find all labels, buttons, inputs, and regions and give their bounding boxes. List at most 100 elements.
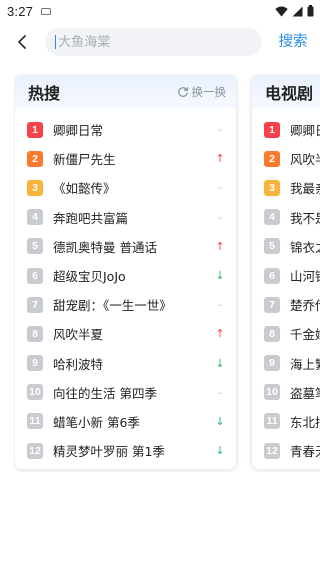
status-icons xyxy=(275,5,314,17)
rank-badge: 12 xyxy=(27,442,43,459)
notification-icon xyxy=(41,7,52,15)
item-title: 德凯奥特曼 普通话 xyxy=(53,239,157,255)
list-item[interactable]: 6 山河锦 xyxy=(252,261,320,290)
list-item[interactable]: 7 甜宠剧：《一生一世》 – xyxy=(15,290,236,319)
trend-down-icon: ↓ xyxy=(215,444,225,458)
item-title: 楚乔传 xyxy=(290,298,320,314)
item-title: 精灵梦叶罗丽 第1季 xyxy=(53,444,165,460)
trend-flat-icon: – xyxy=(217,123,223,137)
rank-badge: 8 xyxy=(27,325,43,342)
rank-badge: 6 xyxy=(264,267,280,284)
text-cursor xyxy=(55,35,57,49)
list-item[interactable]: 5 锦衣之 xyxy=(252,232,320,261)
trend-up-icon: ↑ xyxy=(215,152,225,166)
item-title: 甜宠剧：《一生一世》 xyxy=(53,298,172,314)
item-title: 哈利波特 xyxy=(53,356,104,372)
list-item[interactable]: 4 我不是 xyxy=(252,203,320,232)
list-item[interactable]: 5 德凯奥特曼 普通话 ↑ xyxy=(15,232,236,261)
list-item[interactable]: 12 精灵梦叶罗丽 第1季 ↓ xyxy=(15,436,236,465)
trend-down-icon: ↓ xyxy=(215,269,225,283)
back-button[interactable] xyxy=(10,30,34,54)
card-title: 电视剧 xyxy=(265,84,314,103)
item-title: 风吹半夏 xyxy=(53,327,104,343)
status-time: 3:27 xyxy=(7,3,34,19)
rank-badge: 9 xyxy=(27,355,43,372)
rank-badge: 9 xyxy=(264,355,280,372)
tv-series-card: 电视剧 1 卿卿日 2 风吹半 3 我最亲 4 我不是 5 锦衣之 6 山河锦 7 楚乔传 8 千金嫁 9 海上繁… xyxy=(251,74,320,470)
rank-badge: 11 xyxy=(27,413,43,430)
ranking-cards[interactable]: 热搜 换一换 1 卿卿日常 – 2 新僵尸先生 ↑ 3 《如懿传》 – 4 奔跑吧共富篇 – 5 德凯奥特… xyxy=(14,74,320,472)
item-title: 风吹半 xyxy=(290,152,320,168)
search-field[interactable] xyxy=(45,28,262,56)
rank-badge: 11 xyxy=(264,413,280,430)
list-item[interactable]: 2 新僵尸先生 ↑ xyxy=(15,144,236,173)
wifi-icon xyxy=(275,6,288,16)
item-title: 我最亲 xyxy=(290,181,320,197)
rank-badge: 7 xyxy=(264,296,280,313)
search-input[interactable] xyxy=(58,34,239,50)
list-item[interactable]: 7 楚乔传 xyxy=(252,290,320,319)
status-bar: 3:27 xyxy=(0,0,320,22)
list-item[interactable]: 9 海上繁 xyxy=(252,349,320,378)
search-header: 搜索 xyxy=(0,24,320,60)
rank-badge: 3 xyxy=(264,179,280,196)
rank-badge: 10 xyxy=(27,384,43,401)
rank-badge: 5 xyxy=(27,238,43,255)
chevron-left-icon xyxy=(18,35,26,49)
rank-badge: 2 xyxy=(264,150,280,167)
item-title: 千金嫁 xyxy=(290,327,320,343)
rank-badge: 12 xyxy=(264,442,280,459)
list-item[interactable]: 6 超级宝贝JoJo ↓ xyxy=(15,261,236,290)
list-item[interactable]: 9 哈利波特 ↓ xyxy=(15,349,236,378)
list-item[interactable]: 1 卿卿日 xyxy=(252,115,320,144)
item-title: 锦衣之 xyxy=(290,239,320,255)
item-title: 山河锦 xyxy=(290,269,320,285)
signal-icon xyxy=(292,6,303,16)
card-title: 热搜 xyxy=(28,84,61,103)
rank-badge: 4 xyxy=(27,209,43,226)
item-title: 我不是 xyxy=(290,210,320,226)
item-title: 超级宝贝JoJo xyxy=(53,269,126,285)
hot-search-list: 1 卿卿日常 – 2 新僵尸先生 ↑ 3 《如懿传》 – 4 奔跑吧共富篇 – 5 德凯奥特曼 普通话 ↑ 6… xyxy=(15,109,236,465)
item-title: 奔跑吧共富篇 xyxy=(53,210,129,226)
rank-badge: 6 xyxy=(27,267,43,284)
trend-flat-icon: – xyxy=(217,210,223,224)
refresh-label: 换一换 xyxy=(191,85,227,99)
refresh-button[interactable]: 换一换 xyxy=(177,84,227,100)
rank-badge: 4 xyxy=(264,209,280,226)
tv-series-list: 1 卿卿日 2 风吹半 3 我最亲 4 我不是 5 锦衣之 6 山河锦 7 楚乔传 8 千金嫁 9 海上繁 10 盗墓… xyxy=(252,109,320,465)
rank-badge: 3 xyxy=(27,179,43,196)
rank-badge: 10 xyxy=(264,384,280,401)
rank-badge: 2 xyxy=(27,150,43,167)
list-item[interactable]: 8 风吹半夏 ↑ xyxy=(15,319,236,348)
search-button[interactable]: 搜索 xyxy=(271,30,315,54)
list-item[interactable]: 12 青春无 xyxy=(252,436,320,465)
rank-badge: 7 xyxy=(27,296,43,313)
item-title: 卿卿日常 xyxy=(53,123,104,139)
list-item[interactable]: 8 千金嫁 xyxy=(252,319,320,348)
trend-flat-icon: – xyxy=(217,385,223,399)
rank-badge: 8 xyxy=(264,325,280,342)
list-item[interactable]: 11 蜡笔小新 第6季 ↓ xyxy=(15,407,236,436)
list-item[interactable]: 10 盗墓笔 xyxy=(252,378,320,407)
item-title: 青春无 xyxy=(290,444,320,460)
card-header: 热搜 换一换 xyxy=(15,75,236,109)
list-item[interactable]: 1 卿卿日常 – xyxy=(15,115,236,144)
item-title: 卿卿日 xyxy=(290,123,320,139)
list-item[interactable]: 3 我最亲 xyxy=(252,173,320,202)
list-item[interactable]: 4 奔跑吧共富篇 – xyxy=(15,203,236,232)
rank-badge: 5 xyxy=(264,238,280,255)
rank-badge: 1 xyxy=(27,121,43,138)
list-item[interactable]: 3 《如懿传》 – xyxy=(15,173,236,202)
hot-search-card: 热搜 换一换 1 卿卿日常 – 2 新僵尸先生 ↑ 3 《如懿传》 – 4 奔跑吧共富篇 – 5 德凯奥特… xyxy=(14,74,237,470)
list-item[interactable]: 2 风吹半 xyxy=(252,144,320,173)
list-item[interactable]: 11 东北插 xyxy=(252,407,320,436)
list-item[interactable]: 10 向往的生活 第四季 – xyxy=(15,378,236,407)
item-title: 盗墓笔 xyxy=(290,385,320,401)
refresh-icon xyxy=(177,87,188,97)
trend-up-icon: ↑ xyxy=(215,327,225,341)
item-title: 新僵尸先生 xyxy=(53,152,116,168)
item-title: 向往的生活 第四季 xyxy=(53,385,157,401)
trend-flat-icon: – xyxy=(217,298,223,312)
item-title: 蜡笔小新 第6季 xyxy=(53,414,140,430)
